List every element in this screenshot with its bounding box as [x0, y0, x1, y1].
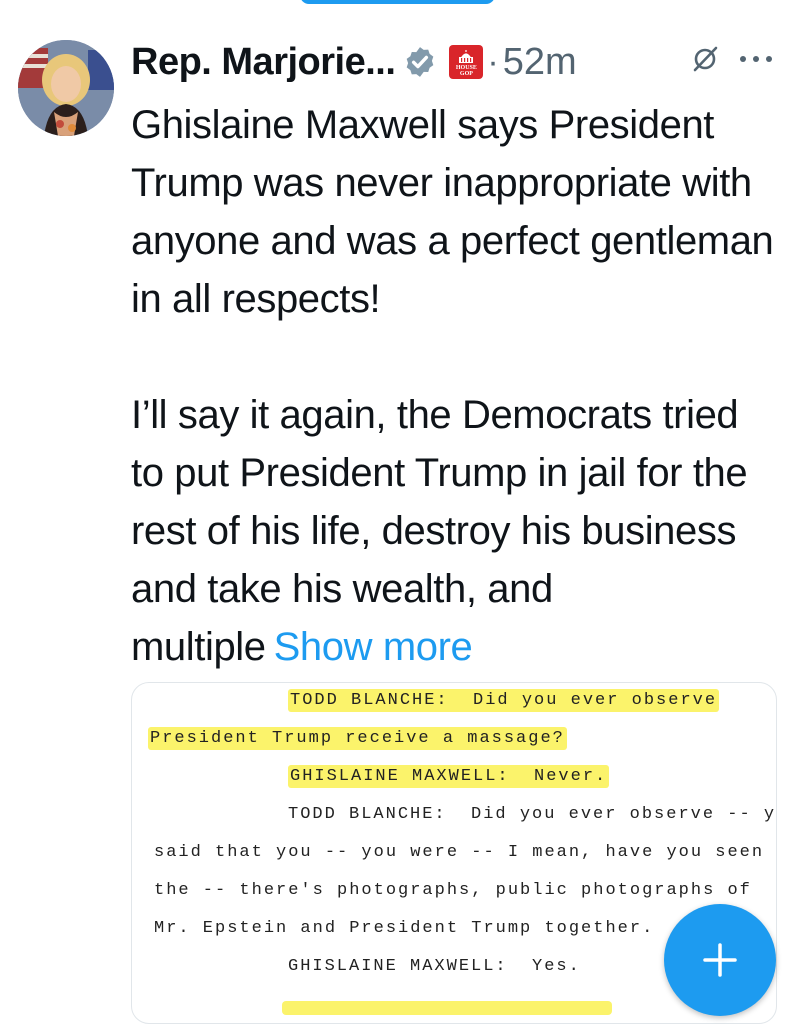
post-timestamp[interactable]: 52m — [503, 41, 577, 84]
post-body: Ghislaine Maxwell says President Trump w… — [131, 96, 781, 676]
transcript-line: TODD BLANCHE: Did you ever observe — [288, 689, 720, 712]
transcript-line-text: GHISLAINE MAXWELL: Yes. — [288, 957, 581, 976]
compose-button[interactable] — [664, 904, 776, 1016]
transcript-line: the -- there's photographs, public photo… — [154, 881, 752, 900]
avatar-image — [18, 40, 114, 136]
grok-icon[interactable] — [690, 44, 720, 74]
show-more-link[interactable]: Show more — [274, 625, 473, 669]
transcript-line: GHISLAINE MAXWELL: Yes. — [288, 957, 581, 976]
transcript-line-text: the -- there's photographs, public photo… — [154, 881, 752, 900]
transcript-line: President Trump receive a massage? — [148, 727, 567, 750]
post-header: Rep. Marjorie... HOUSE GOP · 52m — [131, 36, 577, 88]
separator-dot: · — [487, 42, 499, 81]
verified-badge-icon — [407, 47, 434, 77]
plus-icon — [703, 943, 737, 977]
badge-line-2: GOP — [459, 71, 473, 77]
transcript-line-text: Mr. Epstein and President Trump together… — [154, 919, 655, 938]
transcript-line-text: GHISLAINE MAXWELL: Never. — [288, 765, 610, 788]
transcript-line: GHISLAINE MAXWELL: Never. — [288, 765, 610, 788]
avatar[interactable] — [18, 40, 114, 136]
transcript-line: Mr. Epstein and President Trump together… — [154, 919, 654, 938]
post-text: Ghislaine Maxwell says President Trump w… — [131, 103, 774, 669]
more-options-icon[interactable] — [738, 54, 774, 64]
transcript-line-text: TODD BLANCHE: Did you ever observe -- y — [288, 805, 777, 824]
transcript-line-text: President Trump receive a massage? — [148, 727, 567, 750]
house-gop-badge-icon[interactable]: HOUSE GOP — [449, 45, 484, 79]
partial-highlight — [282, 1001, 612, 1015]
transcript-line-text: TODD BLANCHE: Did you ever observe — [288, 689, 720, 712]
capitol-icon — [459, 50, 474, 63]
transcript-line-text: said that you -- you were -- I mean, hav… — [154, 843, 765, 862]
top-tab-indicator — [300, 0, 495, 4]
transcript-line: TODD BLANCHE: Did you ever observe -- y — [288, 805, 776, 824]
author-name[interactable]: Rep. Marjorie... — [131, 41, 396, 84]
transcript-line: said that you -- you were -- I mean, hav… — [154, 843, 764, 862]
